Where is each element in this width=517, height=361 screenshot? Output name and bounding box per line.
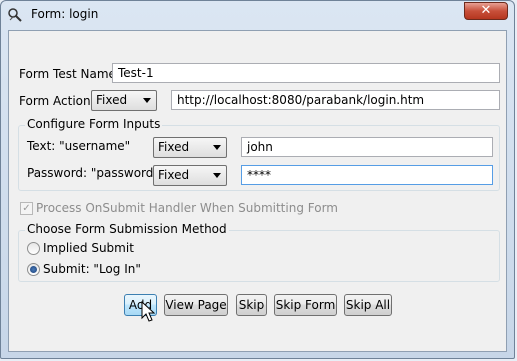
configure-inputs-title: Configure Form Inputs — [25, 117, 163, 131]
form-action-label: Form Action — [19, 94, 91, 108]
chevron-down-icon — [213, 145, 221, 150]
form-action-mode-select[interactable]: Fixed — [91, 90, 157, 111]
username-value-input[interactable]: john — [241, 137, 493, 157]
title-bar: Form: login ✕ — [1, 1, 514, 29]
implied-submit-label: Implied Submit — [43, 241, 134, 255]
test-name-input[interactable]: Test-1 — [112, 63, 500, 83]
submit-login-radio[interactable] — [27, 263, 40, 276]
password-value-input[interactable]: **** — [241, 165, 493, 185]
password-mode-select[interactable]: Fixed — [153, 165, 227, 186]
implied-submit-radio[interactable] — [27, 242, 40, 255]
window-title: Form: login — [31, 7, 99, 21]
password-mode-value: Fixed — [158, 168, 190, 182]
submit-login-label: Submit: "Log In" — [43, 262, 141, 276]
password-input-label: Password: "password" — [27, 166, 159, 180]
form-action-mode-value: Fixed — [96, 93, 128, 107]
skip-form-button[interactable]: Skip Form — [274, 294, 337, 316]
onsubmit-label: Process OnSubmit Handler When Submitting… — [36, 201, 338, 215]
username-mode-value: Fixed — [158, 140, 190, 154]
radio-selected-dot — [30, 266, 37, 273]
username-mode-select[interactable]: Fixed — [153, 137, 227, 158]
mouse-pointer-icon — [141, 301, 156, 322]
form-dialog-window: Form: login ✕ Form Test Name Test-1 Form… — [0, 0, 515, 359]
submission-method-title: Choose Form Submission Method — [25, 222, 229, 236]
form-action-url-input[interactable]: http://localhost:8080/parabank/login.htm — [171, 90, 500, 110]
dialog-content: Form Test Name Test-1 Form Action Fixed … — [8, 30, 507, 352]
close-icon[interactable]: ✕ — [464, 2, 508, 20]
chevron-down-icon — [143, 98, 151, 103]
chevron-down-icon — [213, 173, 221, 178]
username-input-label: Text: "username" — [27, 139, 131, 153]
skip-all-button[interactable]: Skip All — [344, 294, 392, 316]
onsubmit-checkbox[interactable]: ✓ — [20, 202, 33, 215]
app-icon — [8, 8, 22, 22]
test-name-label: Form Test Name — [19, 67, 116, 81]
skip-button[interactable]: Skip — [236, 294, 267, 316]
view-page-button[interactable]: View Page — [164, 294, 228, 316]
